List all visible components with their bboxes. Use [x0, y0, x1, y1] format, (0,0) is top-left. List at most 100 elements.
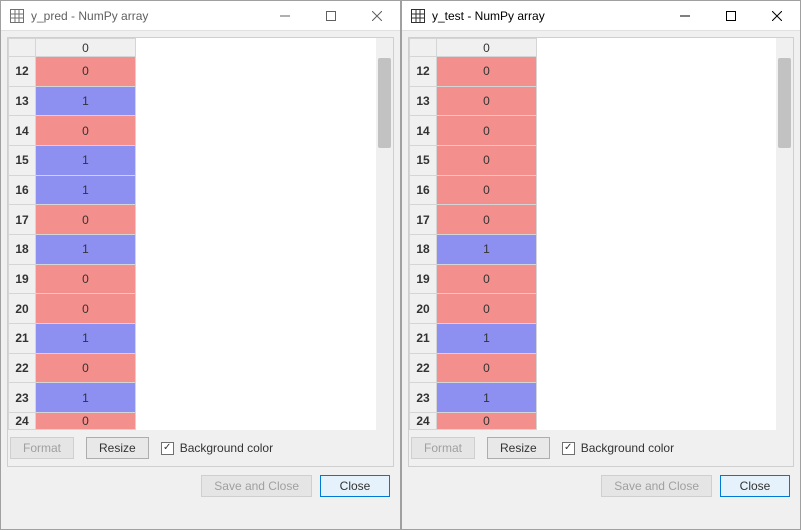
row-index[interactable]: 22 — [9, 353, 36, 383]
row-index[interactable]: 17 — [9, 205, 36, 235]
row-index[interactable]: 21 — [9, 323, 36, 353]
cell-value[interactable]: 0 — [36, 264, 136, 294]
vertical-scrollbar[interactable] — [776, 38, 793, 430]
array-table[interactable]: 0 12013114015116117018119020021122023124… — [8, 38, 136, 430]
row-index[interactable]: 14 — [9, 116, 36, 146]
table-row[interactable]: 220 — [9, 353, 136, 383]
cell-value[interactable]: 0 — [437, 353, 537, 383]
row-index[interactable]: 24 — [410, 412, 437, 429]
table-row[interactable]: 120 — [9, 57, 136, 87]
table-row[interactable]: 120 — [410, 57, 537, 87]
table-row[interactable]: 220 — [410, 353, 537, 383]
bgcolor-checkbox[interactable]: ✓ Background color — [562, 441, 674, 455]
array-table[interactable]: 0 12013014015016017018119020021122023124… — [409, 38, 537, 430]
table-row[interactable]: 160 — [410, 175, 537, 205]
save-and-close-button[interactable]: Save and Close — [601, 475, 712, 497]
cell-value[interactable]: 0 — [36, 353, 136, 383]
save-and-close-button[interactable]: Save and Close — [201, 475, 312, 497]
table-row[interactable]: 211 — [9, 323, 136, 353]
row-index[interactable]: 23 — [9, 383, 36, 413]
row-index[interactable]: 12 — [9, 57, 36, 87]
row-index[interactable]: 24 — [9, 412, 36, 429]
table-row[interactable]: 170 — [9, 205, 136, 235]
table-row[interactable]: 211 — [410, 323, 537, 353]
resize-button[interactable]: Resize — [487, 437, 550, 459]
cell-value[interactable]: 0 — [437, 294, 537, 324]
table-row[interactable]: 231 — [9, 383, 136, 413]
column-header[interactable]: 0 — [36, 39, 136, 57]
table-row[interactable]: 231 — [410, 383, 537, 413]
cell-value[interactable]: 1 — [36, 234, 136, 264]
maximize-button[interactable] — [708, 1, 754, 30]
column-header[interactable]: 0 — [437, 39, 537, 57]
row-index[interactable]: 22 — [410, 353, 437, 383]
table-row[interactable]: 130 — [410, 86, 537, 116]
table-row[interactable]: 181 — [9, 234, 136, 264]
cell-value[interactable]: 1 — [437, 323, 537, 353]
scrollbar-thumb[interactable] — [378, 58, 391, 148]
titlebar[interactable]: y_pred - NumPy array — [1, 1, 400, 31]
cell-value[interactable]: 0 — [437, 57, 537, 87]
row-index[interactable]: 18 — [410, 234, 437, 264]
cell-value[interactable]: 0 — [36, 116, 136, 146]
cell-value[interactable]: 1 — [437, 383, 537, 413]
row-index[interactable]: 17 — [410, 205, 437, 235]
cell-value[interactable]: 0 — [437, 86, 537, 116]
close-button[interactable]: Close — [720, 475, 790, 497]
bgcolor-checkbox[interactable]: ✓ Background color — [161, 441, 273, 455]
table-row[interactable]: 190 — [410, 264, 537, 294]
row-index[interactable]: 19 — [410, 264, 437, 294]
row-index[interactable]: 23 — [410, 383, 437, 413]
cell-value[interactable]: 0 — [36, 57, 136, 87]
row-index[interactable]: 16 — [410, 175, 437, 205]
row-index[interactable]: 14 — [410, 116, 437, 146]
cell-value[interactable]: 1 — [437, 234, 537, 264]
table-row[interactable]: 151 — [9, 145, 136, 175]
minimize-button[interactable] — [662, 1, 708, 30]
row-index[interactable]: 20 — [9, 294, 36, 324]
close-button[interactable]: Close — [320, 475, 390, 497]
scrollbar-thumb[interactable] — [778, 58, 791, 148]
row-index[interactable]: 18 — [9, 234, 36, 264]
table-row[interactable]: 161 — [9, 175, 136, 205]
table-row[interactable]: 140 — [9, 116, 136, 146]
cell-value[interactable]: 0 — [437, 412, 537, 429]
cell-value[interactable]: 1 — [36, 323, 136, 353]
table-row[interactable]: 200 — [9, 294, 136, 324]
row-index[interactable]: 15 — [410, 145, 437, 175]
table-row[interactable]: 190 — [9, 264, 136, 294]
table-row[interactable]: 131 — [9, 86, 136, 116]
row-index[interactable]: 21 — [410, 323, 437, 353]
close-window-button[interactable] — [354, 1, 400, 30]
format-button[interactable]: Format — [10, 437, 74, 459]
cell-value[interactable]: 0 — [437, 145, 537, 175]
row-index[interactable]: 20 — [410, 294, 437, 324]
cell-value[interactable]: 0 — [437, 116, 537, 146]
vertical-scrollbar[interactable] — [376, 38, 393, 430]
table-row[interactable]: 200 — [410, 294, 537, 324]
cell-value[interactable]: 1 — [36, 145, 136, 175]
row-index[interactable]: 12 — [410, 57, 437, 87]
row-index[interactable]: 16 — [9, 175, 36, 205]
row-index[interactable]: 13 — [410, 86, 437, 116]
table-row[interactable]: 150 — [410, 145, 537, 175]
cell-value[interactable]: 0 — [437, 205, 537, 235]
format-button[interactable]: Format — [411, 437, 475, 459]
table-row[interactable]: 170 — [410, 205, 537, 235]
resize-button[interactable]: Resize — [86, 437, 149, 459]
cell-value[interactable]: 1 — [36, 175, 136, 205]
table-row[interactable]: 181 — [410, 234, 537, 264]
cell-value[interactable]: 1 — [36, 86, 136, 116]
maximize-button[interactable] — [308, 1, 354, 30]
titlebar[interactable]: y_test - NumPy array — [402, 1, 800, 31]
row-index[interactable]: 13 — [9, 86, 36, 116]
cell-value[interactable]: 0 — [437, 264, 537, 294]
table-row[interactable]: 240 — [9, 412, 136, 429]
row-index[interactable]: 19 — [9, 264, 36, 294]
cell-value[interactable]: 0 — [36, 294, 136, 324]
cell-value[interactable]: 0 — [36, 205, 136, 235]
cell-value[interactable]: 0 — [36, 412, 136, 429]
minimize-button[interactable] — [262, 1, 308, 30]
row-index[interactable]: 15 — [9, 145, 36, 175]
table-row[interactable]: 140 — [410, 116, 537, 146]
